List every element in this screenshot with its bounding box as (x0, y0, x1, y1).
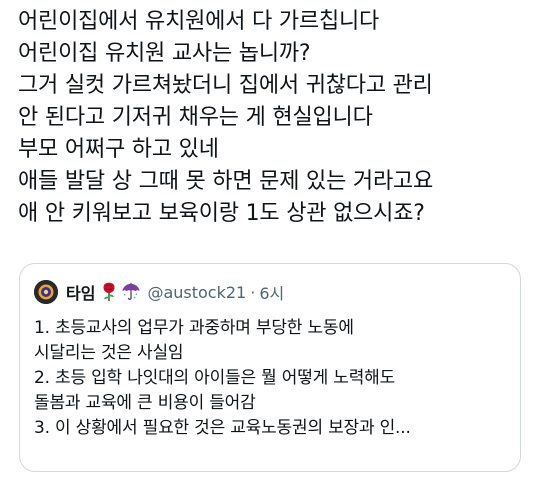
tweet-line: 부모 어쩌구 하고 있네 (18, 137, 219, 162)
umbrella-icon (121, 282, 141, 302)
quoted-text-line: 1. 초등교사의 업무가 과중하며 부당한 노동에 (34, 318, 354, 338)
quoted-timestamp[interactable]: 6시 (259, 280, 284, 304)
tweet: 어린이집에서 유치원에서 다 가르칩니다 어린이집 유치원 교사는 놉니까? 그… (0, 0, 540, 485)
quoted-display-name[interactable]: 타임 (66, 280, 95, 304)
tweet-line: 안 된다고 기저귀 채우는 게 현실입니다 (18, 105, 373, 130)
tweet-line: 애들 발달 상 그때 못 하면 문제 있는 거라고요 (18, 169, 434, 194)
tweet-line: 그거 실컷 가르쳐놨더니 집에서 귀찮다고 관리 (18, 73, 433, 98)
quoted-text-line: 시달리는 것은 사실임 (34, 343, 184, 363)
avatar[interactable] (34, 280, 58, 304)
separator-dot: · (250, 282, 256, 302)
tweet-line: 어린이집 유치원 교사는 놉니까? (18, 41, 311, 66)
tweet-line: 애 안 키워보고 보육이랑 1도 상관 없으시죠? (18, 201, 425, 226)
quoted-tweet-card[interactable]: 타임 @austock21 · 6시 1. 초등교사의 업무가 과중하며 부당한… (19, 263, 521, 472)
avatar-image-icon (34, 280, 58, 304)
quoted-handle[interactable]: @austock21 (147, 283, 246, 302)
tweet-text: 어린이집에서 유치원에서 다 가르칩니다 어린이집 유치원 교사는 놉니까? 그… (18, 6, 528, 230)
quoted-text-line: 돌봄과 교육에 큰 비용이 들어감 (34, 393, 256, 413)
tweet-line: 어린이집에서 유치원에서 다 가르칩니다 (18, 9, 380, 34)
quoted-text-line: 2. 초등 입학 나잇대의 아이들은 뭘 어떻게 노력해도 (34, 368, 396, 388)
rose-icon (99, 282, 119, 302)
quoted-tweet-header: 타임 @austock21 · 6시 (34, 280, 284, 304)
quoted-tweet-text: 1. 초등교사의 업무가 과중하며 부당한 노동에 시달리는 것은 사실임 2.… (34, 316, 504, 441)
quoted-text-line: 3. 이 상황에서 필요한 것은 교육노동권의 보장과 인... (34, 418, 411, 438)
